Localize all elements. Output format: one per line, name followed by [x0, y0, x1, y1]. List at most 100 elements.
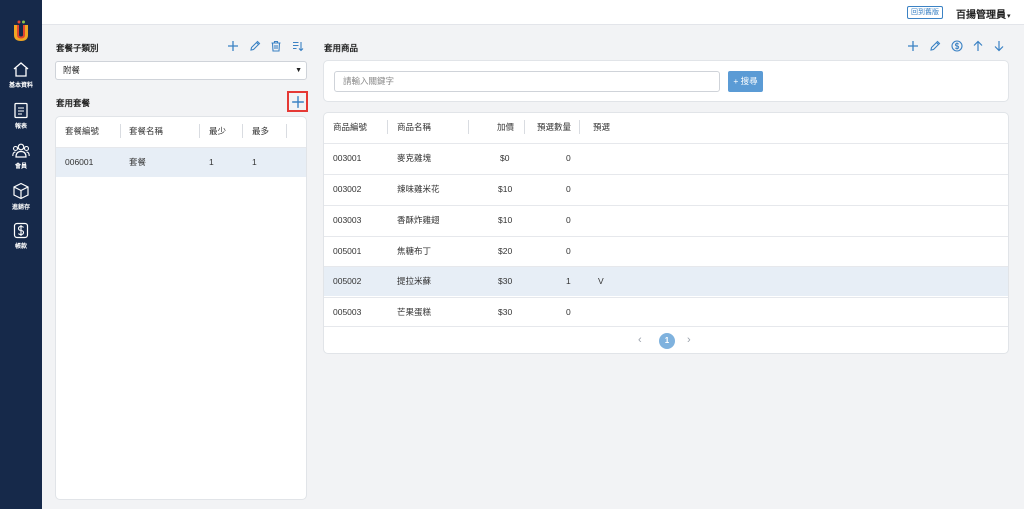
- subcategory-title: 套餐子類別: [56, 43, 99, 53]
- product-id-cell: 005001: [333, 246, 362, 256]
- edit-subcategory-button[interactable]: [249, 40, 261, 52]
- column-divider: [242, 124, 243, 138]
- members-icon: [12, 143, 30, 158]
- sidebar-item-label: 進銷存: [11, 205, 30, 211]
- product-id-cell: 003002: [333, 184, 362, 194]
- product-preselect-qty-cell: 1: [566, 276, 571, 286]
- sidebar-item-reports[interactable]: 報表: [0, 102, 42, 130]
- top-bar: 回到舊版 百揚管理員▾: [42, 0, 1024, 25]
- product-surcharge-cell: $10: [498, 184, 513, 194]
- combo-max-cell: 1: [252, 157, 257, 167]
- column-header[interactable]: 預選: [593, 113, 610, 141]
- inventory-icon: [13, 182, 29, 200]
- move-down-button[interactable]: [993, 40, 1005, 52]
- product-surcharge-cell: $20: [498, 246, 513, 256]
- home-icon: [13, 62, 29, 77]
- add-product-button[interactable]: [907, 40, 919, 52]
- product-preselect-qty-cell: 0: [566, 184, 571, 194]
- column-divider: [387, 120, 388, 134]
- combo-table: 套餐編號 套餐名稱 最少 最多 006001 套餐 1 1: [55, 116, 307, 500]
- subcategory-select[interactable]: 附餐 ▼: [55, 61, 307, 80]
- column-divider: [524, 120, 525, 134]
- product-preselect-qty-cell: 0: [566, 153, 571, 163]
- products-title: 套用商品: [324, 43, 359, 53]
- product-surcharge-cell: $0: [500, 153, 510, 163]
- product-name-cell: 芒果蛋糕: [397, 307, 432, 317]
- column-header[interactable]: 套餐名稱: [129, 117, 163, 145]
- product-id-cell: 005002: [333, 276, 362, 286]
- search-panel: 請輸入關鍵字 + 搜尋: [323, 60, 1009, 102]
- page-button-current[interactable]: 1: [659, 333, 675, 349]
- table-row[interactable]: 005002 提拉米蘇 $30 1 V: [324, 266, 1008, 296]
- table-row[interactable]: 006001 套餐 1 1: [56, 147, 306, 177]
- add-subcategory-button[interactable]: [227, 40, 239, 52]
- product-name-cell: 辣味雞米花: [397, 184, 440, 194]
- trash-icon: [271, 40, 281, 52]
- column-header[interactable]: 加價: [497, 113, 514, 141]
- table-row[interactable]: 005003 芒果蛋糕 $30 0: [324, 297, 1008, 327]
- search-button[interactable]: + 搜尋: [728, 71, 763, 92]
- combo-title: 套用套餐: [56, 98, 91, 108]
- sidebar-item-basic-data[interactable]: 基本資料: [0, 61, 42, 89]
- combo-id-cell: 006001: [65, 157, 94, 167]
- sidebar-item-label: 會員: [14, 164, 27, 170]
- chevron-left-icon[interactable]: ‹: [638, 334, 642, 346]
- pencil-icon: [250, 40, 261, 51]
- chevron-right-icon[interactable]: ›: [687, 334, 691, 346]
- sidebar-item-label: 帳款: [14, 244, 27, 250]
- product-preselect-qty-cell: 0: [566, 246, 571, 256]
- product-surcharge-cell: $30: [498, 307, 513, 317]
- edit-product-button[interactable]: [929, 40, 941, 52]
- column-header[interactable]: 最少: [209, 117, 226, 145]
- price-product-button[interactable]: [951, 40, 963, 52]
- product-id-cell: 003001: [333, 153, 362, 163]
- sidebar-item-accounts[interactable]: 帳款: [0, 222, 42, 250]
- product-name-cell: 焦糖布丁: [397, 246, 432, 256]
- chevron-down-icon: ▼: [295, 67, 302, 74]
- table-row[interactable]: 003002 辣味雞米花 $10 0: [324, 174, 1008, 204]
- report-icon: [14, 102, 28, 119]
- sort-subcategory-button[interactable]: [292, 40, 304, 52]
- column-header[interactable]: 商品名稱: [397, 113, 431, 141]
- product-id-cell: 003003: [333, 215, 362, 225]
- plus-icon: [292, 96, 304, 108]
- arrow-up-icon: [973, 40, 983, 51]
- subcategory-selected-value: 附餐: [63, 65, 81, 75]
- table-row[interactable]: 003001 麥克雞塊 $0 0: [324, 143, 1008, 173]
- sidebar-item-members[interactable]: 會員: [0, 142, 42, 170]
- back-to-old-version-button[interactable]: 回到舊版: [907, 6, 943, 19]
- combo-name-cell: 套餐: [129, 157, 147, 167]
- combo-min-cell: 1: [209, 157, 214, 167]
- column-header[interactable]: 套餐編號: [65, 117, 99, 145]
- product-preselect-cell: V: [598, 276, 604, 286]
- column-header[interactable]: 商品編號: [333, 113, 367, 141]
- product-name-cell: 香酥炸雞翅: [397, 215, 440, 225]
- table-row[interactable]: 005001 焦糖布丁 $20 0: [324, 236, 1008, 266]
- add-combo-button[interactable]: [291, 95, 305, 109]
- product-name-cell: 麥克雞塊: [397, 153, 432, 163]
- column-divider: [120, 124, 121, 138]
- product-surcharge-cell: $30: [498, 276, 513, 286]
- column-divider: [468, 120, 469, 134]
- arrow-down-icon: [994, 41, 1004, 52]
- user-name: 百揚管理員: [956, 10, 1006, 21]
- move-up-button[interactable]: [972, 40, 984, 52]
- search-input[interactable]: 請輸入關鍵字: [334, 71, 720, 92]
- column-divider: [286, 124, 287, 138]
- dollar-icon: [13, 222, 29, 239]
- app-logo: [14, 20, 28, 41]
- chevron-down-icon: ▾: [1007, 13, 1011, 20]
- plus-icon: [228, 41, 238, 51]
- dollar-circle-icon: [951, 40, 963, 52]
- sidebar-item-label: 報表: [14, 124, 27, 130]
- sidebar-item-inventory[interactable]: 進銷存: [0, 182, 42, 211]
- user-menu[interactable]: 百揚管理員▾: [956, 6, 1011, 21]
- column-divider: [199, 124, 200, 138]
- column-header[interactable]: 預選數量: [537, 113, 571, 141]
- pencil-icon: [930, 40, 941, 51]
- delete-subcategory-button[interactable]: [270, 40, 282, 52]
- pagination: ‹ 1 ›: [324, 333, 1008, 349]
- table-row[interactable]: 003003 香酥炸雞翅 $10 0: [324, 205, 1008, 235]
- column-header[interactable]: 最多: [252, 117, 269, 145]
- product-id-cell: 005003: [333, 307, 362, 317]
